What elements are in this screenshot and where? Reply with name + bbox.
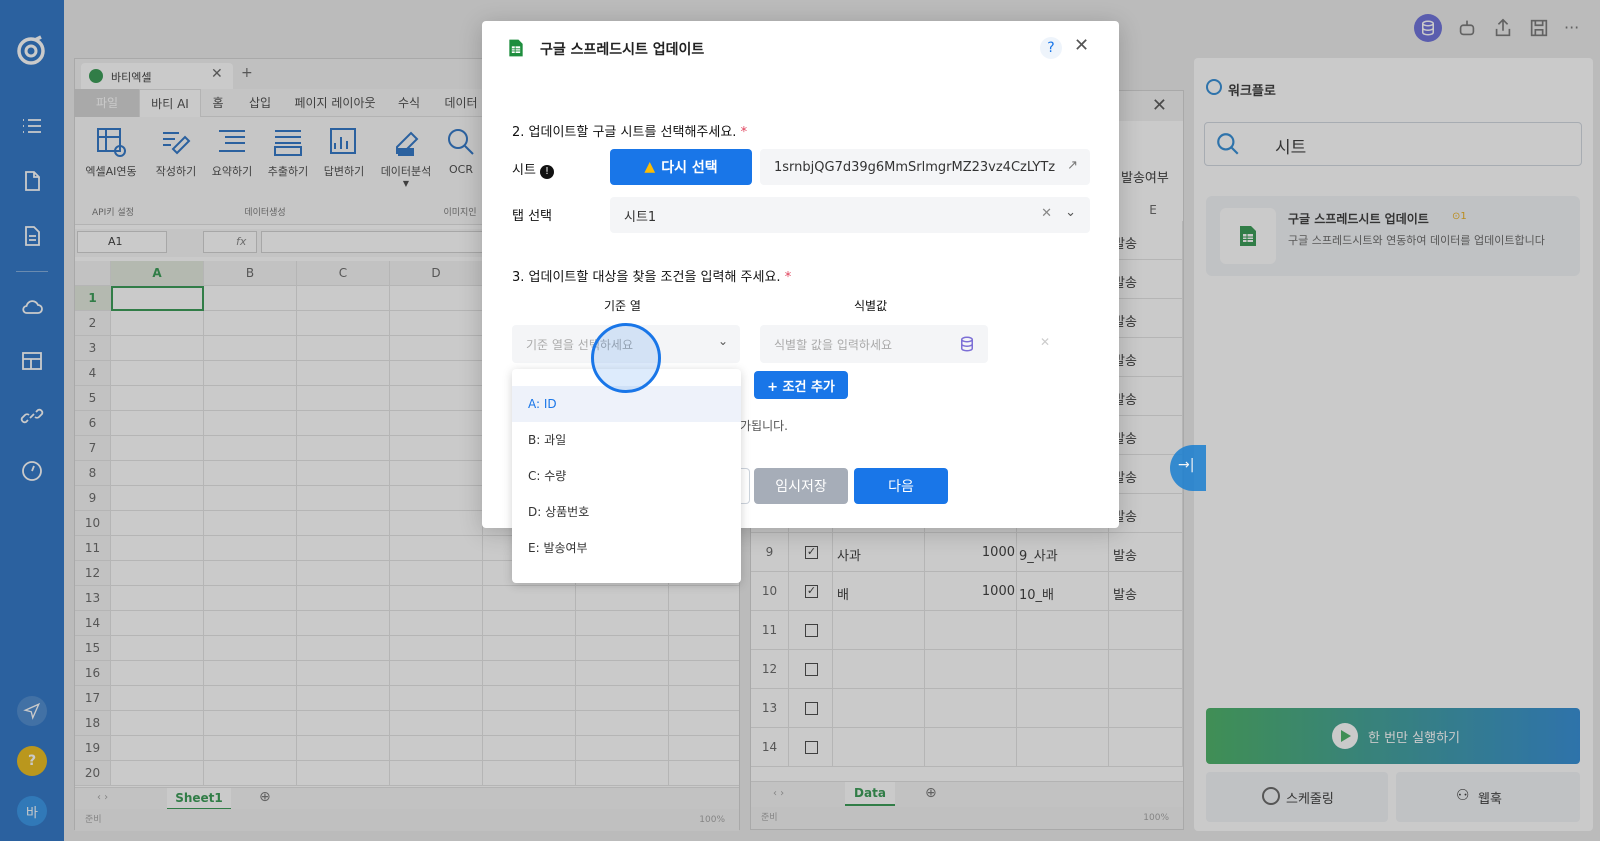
google-drive-icon: ▲ <box>644 159 656 175</box>
sheet-id-field[interactable]: 1srnbjQG7d39g6MmSrlmgrMZ23vz4CzLYTzk ↗ <box>760 149 1090 185</box>
chevron-down-icon[interactable]: ⌄ <box>1065 205 1076 220</box>
clear-icon[interactable]: ✕ <box>1041 206 1052 221</box>
chevron-down-icon: ⌄ <box>717 334 728 348</box>
step2-text: 2. 업데이트할 구글 시트를 선택해주세요. <box>512 125 737 140</box>
sheet-id-text: 1srnbjQG7d39g6MmSrlmgrMZ23vz4CzLYTzk <box>774 159 1056 175</box>
dropdown-option[interactable]: E: 발송여부 <box>512 530 741 566</box>
sheet-label-text: 시트 <box>512 163 536 178</box>
tab-select-label: 탭 선택 <box>512 209 553 224</box>
modal-title: 구글 스프레드시트 업데이트 <box>540 42 705 58</box>
criteria-column-header: 기준 열 <box>604 299 641 313</box>
dropdown-option[interactable]: B: 과일 <box>512 422 741 458</box>
sheet-label: 시트 ! <box>512 159 555 179</box>
hint-text: 가됩니다. <box>740 419 788 433</box>
step3-text: 3. 업데이트할 대상을 찾을 조건을 입력해 주세요. <box>512 270 781 285</box>
external-link-icon[interactable]: ↗ <box>1067 158 1078 173</box>
database-icon <box>961 336 973 352</box>
help-icon[interactable]: ? <box>1040 37 1062 59</box>
add-condition-button[interactable]: + 조건 추가 <box>754 371 848 399</box>
tab-select-value: 시트1 <box>624 209 657 225</box>
reselect-button[interactable]: ▲ 다시 선택 <box>610 149 752 185</box>
identifier-header: 식별값 <box>854 299 888 313</box>
required-mark: * <box>740 125 748 140</box>
dropdown-option[interactable]: D: 상품번호 <box>512 494 741 530</box>
remove-condition-icon[interactable]: ✕ <box>1040 335 1050 349</box>
step3-label: 3. 업데이트할 대상을 찾을 조건을 입력해 주세요. * <box>512 266 791 285</box>
reselect-label: 다시 선택 <box>661 160 718 176</box>
collapse-icon: →| <box>1178 457 1195 473</box>
close-icon[interactable]: ✕ <box>1074 35 1089 56</box>
google-sheets-icon <box>509 39 523 57</box>
tab-select[interactable]: 시트1 ✕ ⌄ <box>610 197 1090 233</box>
step2-label: 2. 업데이트할 구글 시트를 선택해주세요. * <box>512 121 747 140</box>
identifier-input[interactable]: 식별할 값을 입력하세요 <box>760 325 988 363</box>
click-indicator <box>591 323 661 393</box>
column-dropdown: A: ID B: 과일 C: 수량 D: 상품번호 E: 발송여부 <box>512 369 741 583</box>
info-icon[interactable]: ! <box>540 165 555 179</box>
next-button[interactable]: 다음 <box>854 468 948 504</box>
dropdown-option[interactable]: C: 수량 <box>512 458 741 494</box>
required-mark: * <box>784 270 792 285</box>
save-draft-button[interactable]: 임시저장 <box>754 468 848 504</box>
identifier-placeholder: 식별할 값을 입력하세요 <box>774 337 893 352</box>
